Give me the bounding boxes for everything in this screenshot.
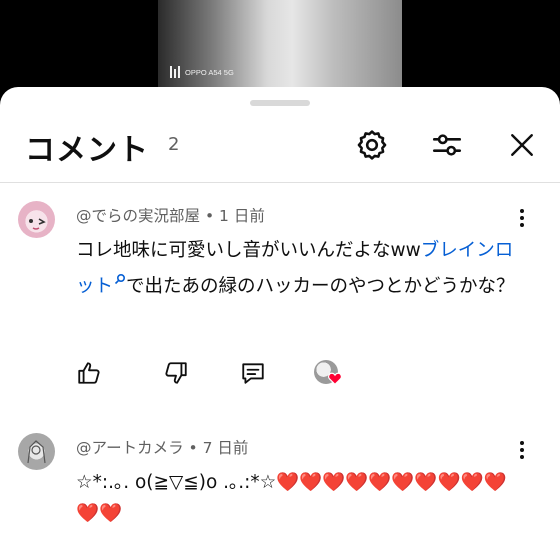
comment-author[interactable]: @でらの実況部屋: [76, 207, 200, 225]
creator-heart-badge: [314, 360, 344, 388]
filter-button[interactable]: [427, 125, 467, 165]
avatar[interactable]: [18, 201, 55, 238]
comments-title: コメント: [25, 133, 149, 168]
camera-watermark: OPPO A54 5G: [170, 66, 234, 78]
comment-text-part: で出たあの緑のハッカーのやつとかどうかな？: [126, 276, 515, 297]
dislike-button[interactable]: [161, 358, 191, 388]
comment-time: 1 日前: [219, 207, 265, 225]
comment-text: コレ地味に可愛いし音がいいんだよなwwブレインロット で出たあの緑のハッカーのやつ…: [76, 233, 516, 305]
drag-handle[interactable]: [250, 100, 310, 106]
avatar[interactable]: [18, 433, 55, 470]
header-divider: [0, 182, 560, 183]
comment-actions: [74, 358, 394, 388]
like-button[interactable]: [74, 358, 104, 388]
meta-separator: •: [204, 207, 215, 225]
oppo-logo-icon: [170, 66, 180, 78]
comment-text-part: コレ地味に可愛いし音がいいんだよなww: [76, 240, 421, 261]
comment-time: 7 日前: [202, 439, 249, 457]
reply-icon: [242, 363, 264, 384]
reply-button[interactable]: [238, 358, 268, 388]
settings-button[interactable]: [352, 125, 392, 165]
comment-meta: @でらの実況部屋 • 1 日前: [76, 204, 265, 226]
video-frame: [158, 0, 402, 92]
comments-sheet: コメント 2 @でらの実況部屋 • 1 日前 コレ地味に可愛いし音がいいんだよな…: [0, 87, 560, 560]
thumbs-up-icon: [78, 362, 100, 384]
comment-menu-button[interactable]: [512, 438, 532, 462]
search-link-icon: [114, 273, 126, 284]
close-button[interactable]: [502, 125, 542, 165]
watermark-text: OPPO A54 5G: [185, 67, 234, 77]
video-player[interactable]: OPPO A54 5G: [0, 0, 560, 92]
comment-menu-button[interactable]: [512, 206, 532, 230]
heart-icon: [328, 372, 342, 385]
thumbs-down-icon: [165, 362, 187, 384]
meta-separator: •: [188, 439, 198, 457]
comment-meta: @アートカメラ • 7 日前: [76, 436, 248, 458]
close-icon: [511, 134, 533, 156]
settings-icon: [357, 130, 387, 160]
comment-author[interactable]: @アートカメラ: [76, 439, 184, 457]
comment-text: ☆*:.｡. o(≧▽≦)o .｡.:*☆❤️❤️❤️❤️❤️❤️❤️❤️❤️❤…: [76, 472, 507, 524]
filter-icon: [432, 134, 462, 156]
comments-header: コメント 2: [0, 117, 560, 183]
comments-count: 2: [168, 134, 180, 155]
